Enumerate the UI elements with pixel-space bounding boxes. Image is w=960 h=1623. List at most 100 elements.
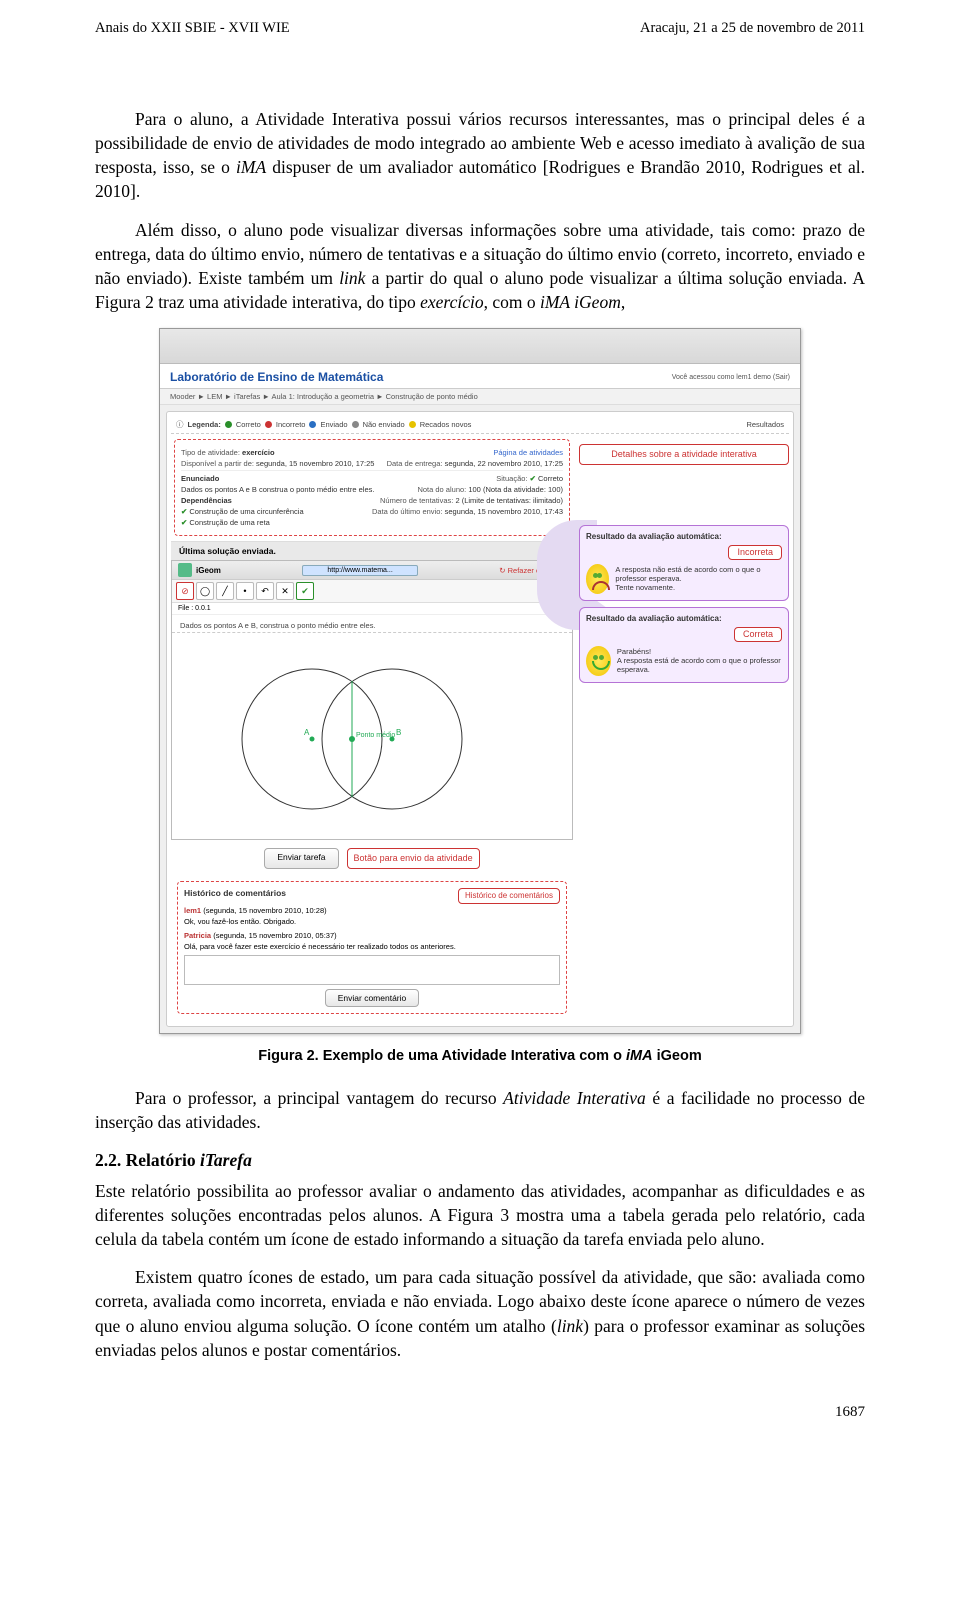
p2-b: link [339,268,365,288]
nota-value: 100 (Nota da atividade: 100) [468,485,563,494]
legend-right: Resultados [746,420,784,429]
c2-msg: Olá, para você fazer este exercício é ne… [184,942,560,951]
c1-msg: Ok, vou fazê-los então. Obrigado. [184,917,560,926]
section-2-2-heading: 2.2. Relatório iTarefa [95,1150,865,1171]
figure-2-caption: Figura 2. Exemplo de uma Atividade Inter… [95,1048,865,1064]
nota-label: Nota do aluno: [417,485,466,494]
paragraph-1: Para o aluno, a Atividade Interativa pos… [95,107,865,204]
comment-input[interactable] [184,955,560,985]
send-task-button[interactable]: Enviar tarefa [264,848,338,869]
disp-value: segunda, 15 novembro 2010, 17:25 [256,459,374,468]
comments-title: Histórico de comentários [184,888,286,900]
cap-it: iMA [626,1048,653,1064]
breadcrumb: Mooder ► LEM ► iTarefas ► Aula 1: Introd… [160,389,800,405]
igeom-url: http://www.matema... [302,565,417,576]
legend-prefix: Legenda: [188,420,221,429]
tool-compass-icon[interactable]: ◯ [196,582,214,600]
p2-g: , [621,292,625,312]
sent-icon [309,421,316,428]
result-title-1: Resultado da avaliação automática: [586,532,782,541]
cap-b: Figura 2. Exemplo de uma Atividade Inter… [258,1048,626,1064]
p2-e: , com o [484,292,540,312]
browser-chrome [160,329,800,364]
paragraph-4: Este relatório possibilita ao professor … [95,1179,865,1251]
callout-send-button: Botão para envio da atividade [347,848,480,869]
svg-text:Ponto médio: Ponto médio [356,732,395,739]
figure-2: Laboratório de Ensino de Matemática Você… [95,328,865,1063]
header-left: Anais do XXII SBIE - XVII WIE [95,20,290,37]
tool-erase-icon[interactable]: ✕ [276,582,294,600]
legend-sent: Enviado [320,420,347,429]
legend-bar: ⓘLegenda: Correto Incorreto Enviado Não … [171,416,789,434]
geometry-drawing: A B Ponto médio [172,639,552,829]
tool-point-icon[interactable]: • [236,582,254,600]
comments-box: Histórico de comentários Histórico de co… [177,881,567,1014]
tool-check-icon[interactable]: ✔ [296,582,314,600]
sad-face-icon [586,564,609,594]
callout-details: Detalhes sobre a atividade interativa [579,444,789,465]
legend-correct: Correto [236,420,261,429]
nt-value: 2 (Limite de tentativas: ilimitado) [455,496,563,505]
ent-label: Data de entrega: [387,459,443,468]
sec-num: 2.2. [95,1150,121,1170]
callout-correct: Correta [734,627,782,642]
svg-text:B: B [396,728,401,737]
inc-msg1: A resposta não está de acordo com o que … [615,565,782,583]
tool-line-icon[interactable]: ╱ [216,582,234,600]
nt-label: Número de tentativas: [380,496,453,505]
geometry-canvas[interactable]: Dados os pontos A e B, construa o ponto … [172,615,572,839]
inc-msg2: Tente novamente. [615,583,782,592]
p2-f: iMA iGeom [540,292,621,312]
cap-tail: iGeom [653,1048,702,1064]
last-solution-title: Última solução enviada. [171,541,573,560]
p2-d: exercício [420,292,483,312]
c2-user: Patricia [184,931,211,940]
callout-comments: Histórico de comentários [458,888,560,904]
notsent-icon [352,421,359,428]
page-number: 1687 [95,1404,865,1421]
p1-b: iMA [236,157,266,177]
sit-label: Situação: [496,474,527,483]
c1-time: (segunda, 15 novembro 2010, 10:28) [203,906,326,915]
p3-a: Para o professor, a principal vantagem d… [135,1088,503,1108]
toolbar: ⊘ ◯ ╱ • ↶ ✕ ✔ [172,580,572,603]
igeom-logo-icon [178,563,192,577]
due-label: Data do último envio: [372,507,442,516]
svg-text:A: A [304,728,310,737]
activity-details-box: Tipo de atividade: exercício Página de a… [174,439,570,536]
tipo-label: Tipo de atividade: [181,448,240,457]
send-comment-button[interactable]: Enviar comentário [325,989,420,1007]
cor-msg2: A resposta está de acordo com o que o pr… [617,656,782,674]
ent-value: segunda, 22 novembro 2010, 17:25 [445,459,563,468]
igeom-applet: iGeom http://www.matema... ↻ Refazer exe… [171,560,573,840]
enun-value: Dados os pontos A e B construa o ponto m… [181,485,374,494]
lab-title: Laboratório de Ensino de Matemática [170,370,383,384]
p5-b: link [557,1316,583,1336]
happy-face-icon [586,646,611,676]
result-correct-box: Resultado da avaliação automática: Corre… [579,607,789,683]
dep2: Construção de uma reta [189,518,269,527]
tool-undo-icon[interactable]: ↶ [256,582,274,600]
due-value: segunda, 15 novembro 2010, 17:43 [445,507,563,516]
paragraph-5: Existem quatro ícones de estado, um para… [95,1265,865,1362]
file-label: File : 0.0.1 [172,603,572,615]
p3-b: Atividade Interativa [503,1088,646,1108]
msgs-icon [409,421,416,428]
sit-value: Correto [538,474,563,483]
header-right: Aracaju, 21 a 25 de novembro de 2011 [640,20,865,37]
canvas-prompt: Dados os pontos A e B, construa o ponto … [172,619,572,633]
legend-notsent: Não enviado [363,420,405,429]
legend-incorrect: Incorreto [276,420,306,429]
tipo-value: exercício [242,448,275,457]
paragraph-3: Para o professor, a principal vantagem d… [95,1086,865,1134]
callout-incorrect: Incorreta [728,545,782,560]
result-incorrect-box: Resultado da avaliação automática: Incor… [579,525,789,601]
user-login-text: Você acessou como lem1 demo (Sair) [672,374,790,381]
legend-msgs: Recados novos [420,420,472,429]
tool-stop-icon[interactable]: ⊘ [176,582,194,600]
c1-user: lem1 [184,906,201,915]
c2-time: (segunda, 15 novembro 2010, 05:37) [213,931,336,940]
sec-title: Relatório [126,1150,196,1170]
cor-msg1: Parabéns! [617,647,782,656]
pagina-link[interactable]: Página de atividades [493,448,563,457]
